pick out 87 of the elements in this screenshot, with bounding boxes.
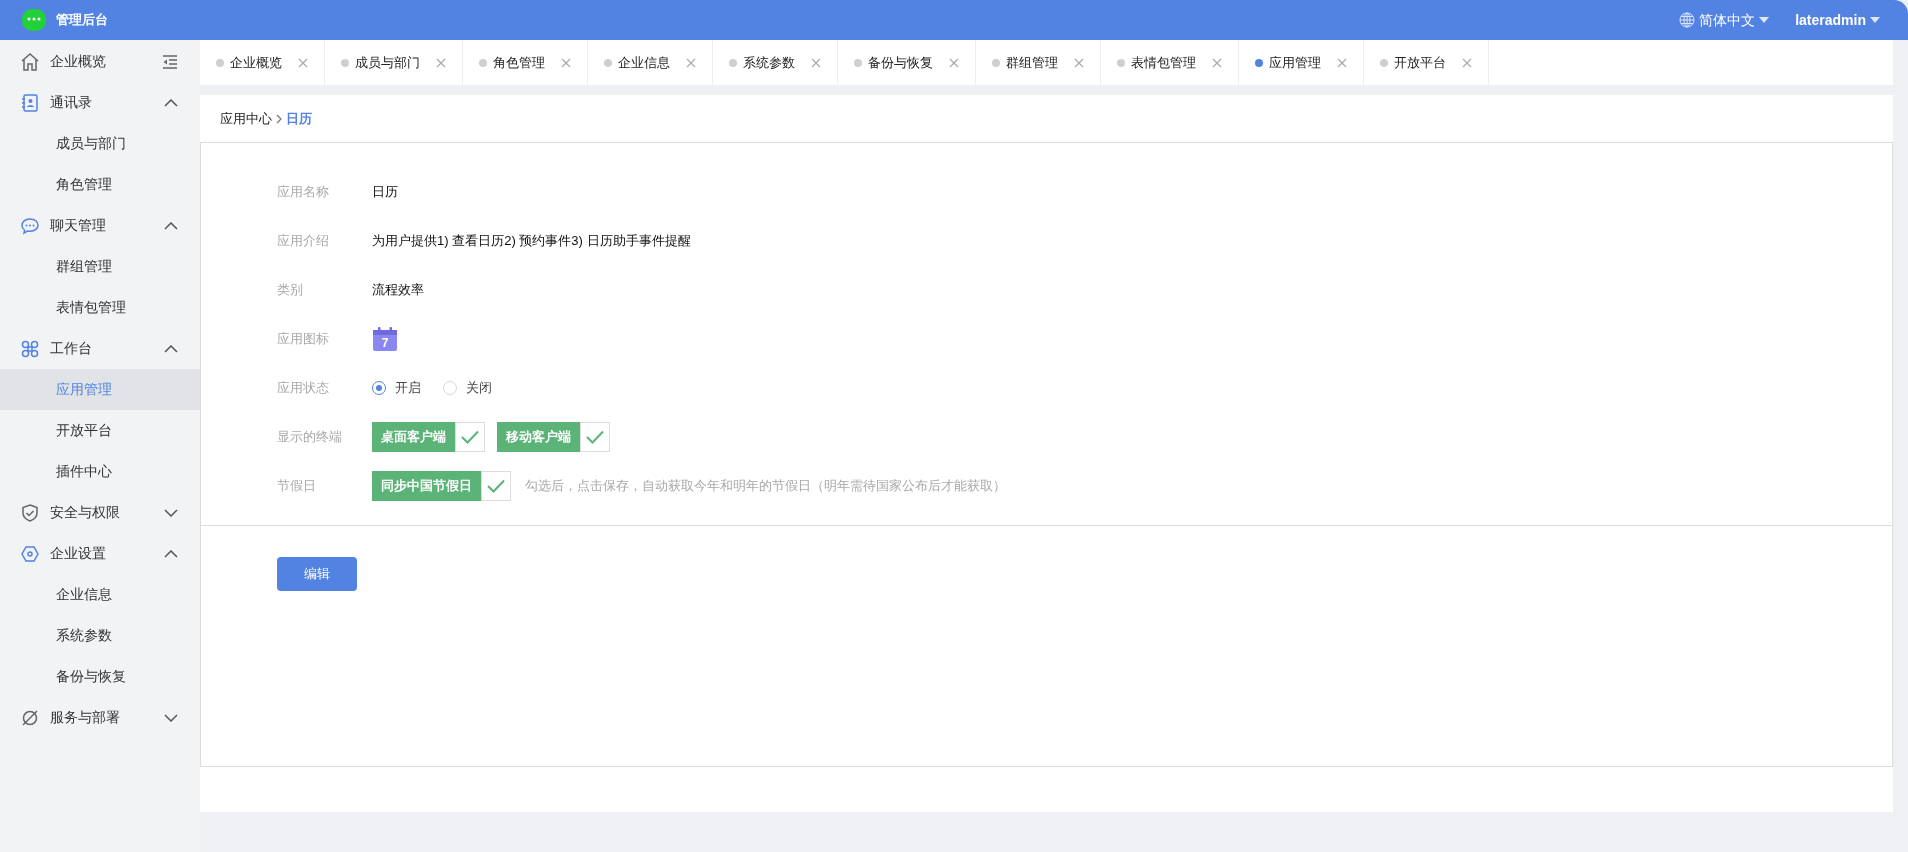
- radio-option[interactable]: 关闭: [443, 378, 492, 398]
- close-icon[interactable]: [298, 57, 308, 68]
- check-icon: [487, 479, 505, 493]
- field-label: 节假日: [277, 477, 317, 496]
- menu-item[interactable]: 开放平台: [0, 410, 200, 451]
- menu-group[interactable]: 安全与权限: [0, 492, 200, 533]
- tab-label: 企业信息: [618, 53, 670, 72]
- field-value: 为用户提供1) 查看日历2) 预约事件3) 日历助手事件提醒: [372, 232, 691, 251]
- menu-item[interactable]: 系统参数: [0, 615, 200, 656]
- tab[interactable]: 成员与部门: [325, 40, 463, 85]
- tab-label: 应用管理: [1269, 53, 1321, 72]
- field-label: 类别: [277, 281, 304, 300]
- menu-group[interactable]: 工作台: [0, 328, 200, 369]
- close-icon[interactable]: [1337, 57, 1347, 68]
- tab[interactable]: 系统参数: [713, 40, 838, 85]
- close-icon[interactable]: [811, 57, 821, 68]
- close-icon[interactable]: [1462, 57, 1472, 68]
- tab[interactable]: 角色管理: [463, 40, 588, 85]
- menu-item[interactable]: 群组管理: [0, 246, 200, 287]
- tab[interactable]: 企业信息: [588, 40, 713, 85]
- tab-label: 角色管理: [493, 53, 545, 72]
- contacts-icon: [20, 92, 40, 113]
- option-tag: 桌面客户端: [372, 422, 455, 452]
- globe-icon: [1679, 12, 1696, 28]
- tab-label: 系统参数: [743, 53, 795, 72]
- menu-item[interactable]: 表情包管理: [0, 287, 200, 328]
- field-value: 日历: [372, 183, 398, 202]
- menu-group[interactable]: 通讯录: [0, 82, 200, 123]
- app-title: 管理后台: [56, 11, 108, 30]
- chat-logo-icon: [22, 9, 46, 31]
- field-label: 应用图标: [277, 330, 330, 349]
- menu-group[interactable]: 聊天管理: [0, 205, 200, 246]
- checkbox[interactable]: [481, 471, 511, 501]
- user-dropdown[interactable]: lateradmin: [1795, 9, 1880, 31]
- tab[interactable]: 群组管理: [976, 40, 1101, 85]
- language-dropdown[interactable]: 简体中文: [1679, 9, 1770, 31]
- tab[interactable]: 企业概览: [200, 40, 325, 85]
- menu-item[interactable]: 成员与部门: [0, 123, 200, 164]
- command-icon: [20, 338, 40, 359]
- edit-button[interactable]: 编辑: [277, 557, 357, 591]
- home-icon: [20, 51, 40, 72]
- field-label: 应用介绍: [277, 232, 330, 251]
- breadcrumb-item: 日历: [286, 109, 312, 128]
- checkbox[interactable]: [580, 422, 610, 452]
- field-label: 应用名称: [277, 183, 330, 202]
- checkbox[interactable]: [455, 422, 485, 452]
- hint-text: 勾选后，点击保存，自动获取今年和明年的节假日（明年需待国家公布后才能获取）: [525, 477, 1006, 496]
- settings-icon: [20, 543, 40, 564]
- menu-group[interactable]: 企业设置: [0, 533, 200, 574]
- field-label: 应用状态: [277, 379, 330, 398]
- tab-label: 企业概览: [230, 53, 282, 72]
- radio-option[interactable]: 开启: [372, 378, 421, 398]
- close-icon[interactable]: [1074, 57, 1084, 68]
- breadcrumb-item[interactable]: 应用中心: [220, 108, 272, 129]
- tab[interactable]: 表情包管理: [1101, 40, 1239, 85]
- close-icon[interactable]: [561, 57, 571, 68]
- menu-item[interactable]: 插件中心: [0, 451, 200, 492]
- planet-icon: [20, 707, 40, 728]
- close-icon[interactable]: [949, 57, 959, 68]
- option-tag: 同步中国节假日: [372, 471, 481, 501]
- field-label: 显示的终端: [277, 428, 343, 447]
- menu-group[interactable]: 服务与部署: [0, 697, 200, 738]
- shield-check-icon: [20, 502, 40, 523]
- menu-item[interactable]: 企业概览: [0, 41, 200, 82]
- tab-label: 开放平台: [1394, 53, 1446, 72]
- caret-icon: [1759, 17, 1770, 23]
- option-tag: 移动客户端: [497, 422, 580, 452]
- tab-label: 表情包管理: [1131, 53, 1196, 72]
- close-icon[interactable]: [1212, 57, 1222, 68]
- collapse-menu-icon: [162, 54, 178, 69]
- menu-item[interactable]: 角色管理: [0, 164, 200, 205]
- tab[interactable]: 备份与恢复: [838, 40, 976, 85]
- check-icon: [461, 430, 479, 444]
- caret-icon: [1870, 17, 1880, 23]
- close-icon[interactable]: [686, 57, 696, 68]
- field-value: 流程效率: [372, 281, 424, 300]
- tab-label: 备份与恢复: [868, 53, 933, 72]
- tab[interactable]: 应用管理: [1239, 40, 1364, 85]
- chevron-right-icon: [276, 113, 282, 124]
- menu-item[interactable]: 备份与恢复: [0, 656, 200, 697]
- menu-item[interactable]: 企业信息: [0, 574, 200, 615]
- tab-label: 成员与部门: [355, 53, 420, 72]
- close-icon[interactable]: [436, 57, 446, 68]
- tab[interactable]: 开放平台: [1364, 40, 1489, 85]
- tab-label: 群组管理: [1006, 53, 1058, 72]
- chat-icon: [20, 215, 40, 236]
- check-icon: [586, 430, 604, 444]
